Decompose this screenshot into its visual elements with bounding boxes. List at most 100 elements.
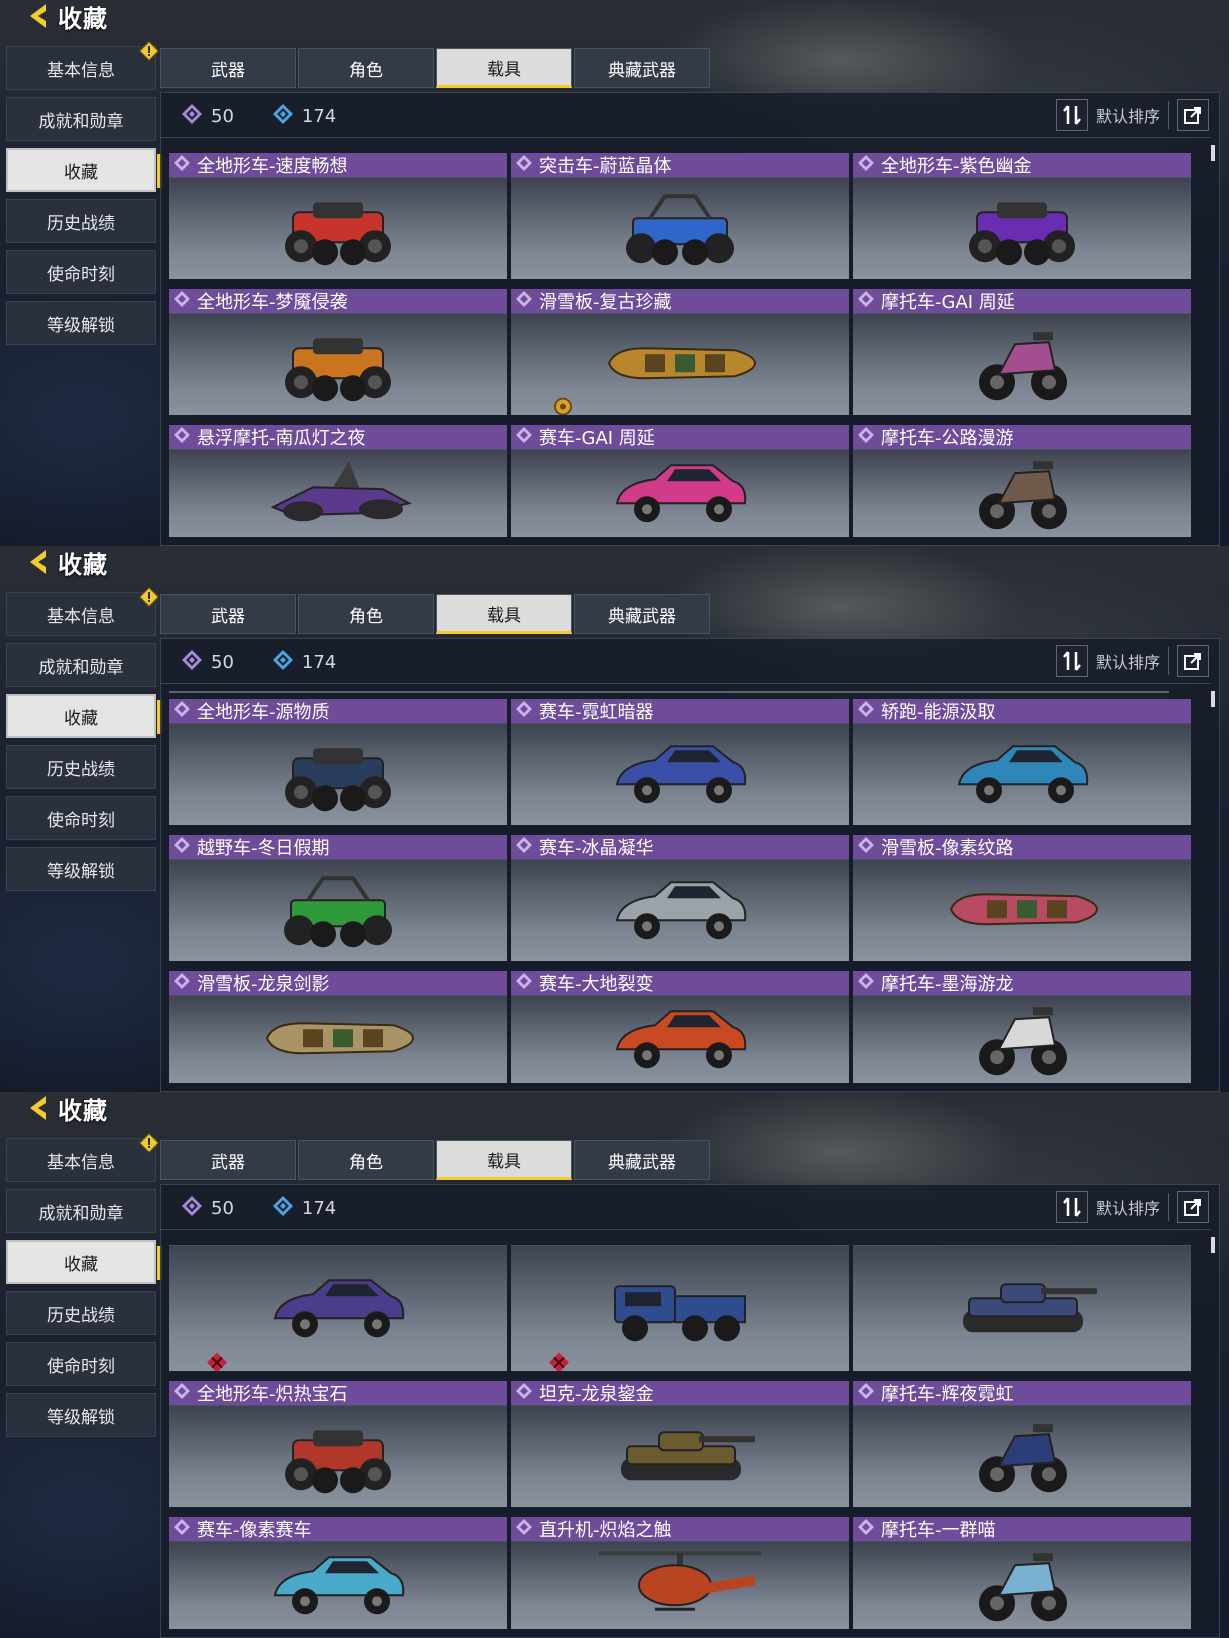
vehicle-card[interactable]: 摩托车-辉夜霓虹 xyxy=(853,1381,1191,1507)
vehicle-card[interactable]: 赛车-像素赛车 xyxy=(169,1517,507,1629)
vehicle-card[interactable]: 赛车-霓虹暗器 xyxy=(511,699,849,825)
sidebar-item[interactable]: 收藏 xyxy=(6,1240,162,1284)
vehicle-card[interactable]: 摩托车-GAI 周延 xyxy=(853,289,1191,415)
share-icon[interactable] xyxy=(1177,645,1209,677)
sidebar-item[interactable]: 成就和勋章 xyxy=(6,1189,156,1233)
sidebar-item[interactable]: 基本信息 xyxy=(6,1133,159,1182)
tab[interactable]: 载具 xyxy=(436,1140,572,1180)
tab[interactable]: 武器 xyxy=(160,594,296,634)
back-arrow-icon[interactable] xyxy=(24,547,54,577)
sidebar-item[interactable]: 使命时刻 xyxy=(6,1342,156,1386)
card-title: 摩托车-墨海游龙 xyxy=(853,971,1191,995)
sort-label[interactable]: 默认排序 xyxy=(1096,649,1160,673)
sidebar-item[interactable]: 成就和勋章 xyxy=(6,643,156,687)
vehicle-card[interactable]: 越野车-冬日假期 xyxy=(169,835,507,961)
diamond-icon xyxy=(515,1382,533,1405)
header: 收藏 xyxy=(24,0,108,33)
vehicle-card[interactable]: 全地形车-速度畅想 xyxy=(169,153,507,279)
sidebar: 基本信息 成就和勋章 收藏 历史战绩 使命时刻 等级解锁 xyxy=(6,1133,162,1444)
card-title: 赛车-GAI 周延 xyxy=(511,425,849,449)
vehicle-image xyxy=(853,1541,1191,1629)
vehicle-card[interactable]: 摩托车-一群喵 xyxy=(853,1517,1191,1629)
vehicle-card[interactable] xyxy=(169,1245,507,1371)
tab[interactable]: 载具 xyxy=(436,48,572,88)
sort-icon[interactable] xyxy=(1055,99,1088,131)
vehicle-card[interactable] xyxy=(511,1245,849,1371)
back-arrow-icon[interactable] xyxy=(24,1093,54,1123)
share-icon[interactable] xyxy=(1177,1191,1209,1223)
scrollbar[interactable] xyxy=(1211,1237,1215,1253)
sidebar-item[interactable]: 收藏 xyxy=(6,148,162,192)
sidebar-item[interactable]: 收藏 xyxy=(6,694,162,738)
sort-label[interactable]: 默认排序 xyxy=(1096,103,1160,127)
tab[interactable]: 典藏武器 xyxy=(574,48,710,88)
diamond-icon xyxy=(173,972,191,995)
tab[interactable]: 武器 xyxy=(160,1140,296,1180)
vehicle-card[interactable]: 摩托车-墨海游龙 xyxy=(853,971,1191,1083)
sort-bar: 默认排序 xyxy=(1055,1191,1209,1223)
page-title: 收藏 xyxy=(58,4,108,33)
divider xyxy=(1168,101,1169,129)
vehicle-name: 悬浮摩托-南瓜灯之夜 xyxy=(197,428,366,449)
vehicle-card[interactable]: 突击车-蔚蓝晶体 xyxy=(511,153,849,279)
vehicle-card[interactable]: 赛车-冰晶凝华 xyxy=(511,835,849,961)
blue-gem-icon xyxy=(272,1195,294,1222)
sidebar-item[interactable]: 等级解锁 xyxy=(6,847,156,891)
sidebar-item[interactable]: 使命时刻 xyxy=(6,796,156,840)
vehicle-card[interactable]: 赛车-大地裂变 xyxy=(511,971,849,1083)
vehicle-card[interactable]: 直升机-炽焰之触 xyxy=(511,1517,849,1629)
tab[interactable]: 武器 xyxy=(160,48,296,88)
scrollbar[interactable] xyxy=(1211,691,1215,707)
vehicle-image xyxy=(511,859,849,961)
share-icon[interactable] xyxy=(1177,99,1209,131)
back-arrow-icon[interactable] xyxy=(24,1,54,31)
vehicle-card[interactable]: 轿跑-能源汲取 xyxy=(853,699,1191,825)
vehicle-card[interactable]: 全地形车-紫色幽金 xyxy=(853,153,1191,279)
blue-count: 174 xyxy=(272,1195,336,1222)
vehicle-card[interactable]: 全地形车-源物质 xyxy=(169,699,507,825)
sort-icon[interactable] xyxy=(1055,1191,1088,1223)
tab[interactable]: 角色 xyxy=(298,594,434,634)
sidebar-item[interactable]: 成就和勋章 xyxy=(6,97,156,141)
sidebar-item[interactable]: 使命时刻 xyxy=(6,250,156,294)
vehicle-card[interactable]: 滑雪板-像素纹路 xyxy=(853,835,1191,961)
sidebar-item[interactable]: 历史战绩 xyxy=(6,1291,156,1335)
tab[interactable]: 典藏武器 xyxy=(574,594,710,634)
vehicle-name: 滑雪板-龙泉剑影 xyxy=(197,974,330,995)
sort-icon[interactable] xyxy=(1055,645,1088,677)
sidebar-item[interactable]: 历史战绩 xyxy=(6,745,156,789)
vehicle-card[interactable]: 滑雪板-复古珍藏 xyxy=(511,289,849,415)
tab[interactable]: 载具 xyxy=(436,594,572,634)
vehicle-card[interactable] xyxy=(853,1245,1191,1371)
vehicle-card[interactable]: 滑雪板-龙泉剑影 xyxy=(169,971,507,1083)
warning-icon xyxy=(139,587,159,612)
diamond-icon xyxy=(857,154,875,177)
vehicle-name: 赛车-像素赛车 xyxy=(197,1520,312,1541)
sidebar: 基本信息 成就和勋章 收藏 历史战绩 使命时刻 等级解锁 xyxy=(6,587,162,898)
vehicle-image xyxy=(853,859,1191,961)
divider xyxy=(169,691,1169,693)
sidebar-item[interactable]: 等级解锁 xyxy=(6,1393,156,1437)
tab[interactable]: 典藏武器 xyxy=(574,1140,710,1180)
vehicle-card[interactable]: 悬浮摩托-南瓜灯之夜 xyxy=(169,425,507,537)
diamond-icon xyxy=(857,972,875,995)
vehicle-name: 直升机-炽焰之触 xyxy=(539,1520,672,1541)
vehicle-card[interactable]: 坦克-龙泉鋆金 xyxy=(511,1381,849,1507)
sidebar-item[interactable]: 基本信息 xyxy=(6,587,159,636)
sidebar-item[interactable]: 历史战绩 xyxy=(6,199,156,243)
page-title: 收藏 xyxy=(58,550,108,579)
vehicle-card[interactable]: 摩托车-公路漫游 xyxy=(853,425,1191,537)
sidebar-item[interactable]: 基本信息 xyxy=(6,41,159,90)
sort-label[interactable]: 默认排序 xyxy=(1096,1195,1160,1219)
blue-gem-icon xyxy=(272,103,294,130)
vehicle-card[interactable]: 全地形车-梦魇侵袭 xyxy=(169,289,507,415)
tab[interactable]: 角色 xyxy=(298,48,434,88)
vehicle-card[interactable]: 赛车-GAI 周延 xyxy=(511,425,849,537)
purple-count: 50 xyxy=(181,1195,234,1222)
scrollbar[interactable] xyxy=(1211,145,1215,161)
vehicle-image xyxy=(853,1245,1191,1371)
diamond-icon xyxy=(173,426,191,449)
sidebar-item[interactable]: 等级解锁 xyxy=(6,301,156,345)
tab[interactable]: 角色 xyxy=(298,1140,434,1180)
vehicle-card[interactable]: 全地形车-炽热宝石 xyxy=(169,1381,507,1507)
